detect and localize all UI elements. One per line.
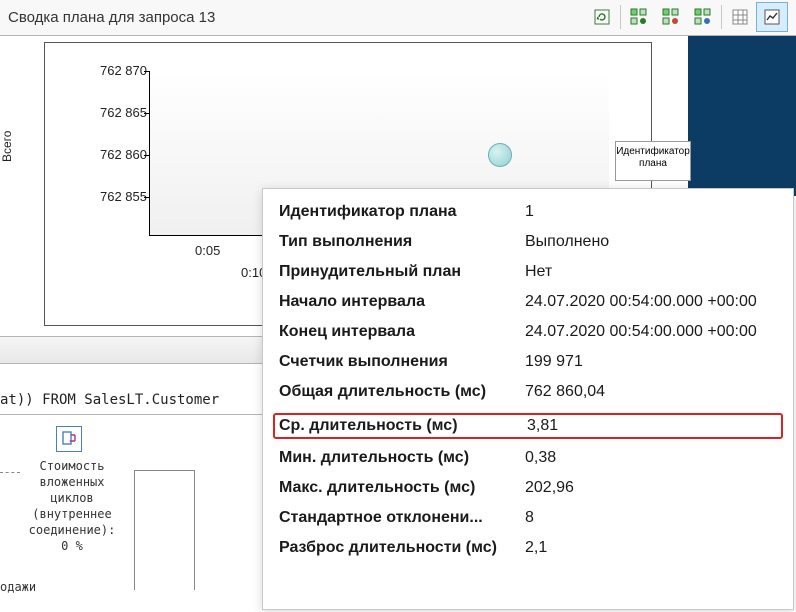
tooltip-value: 24.07.2020 00:54:00.000 +00:00 bbox=[525, 293, 777, 311]
tooltip-label: Принудительный план bbox=[279, 263, 525, 281]
tooltip-row: Макс. длительность (мс)202,96 bbox=[279, 479, 777, 497]
tooltip-row: Конец интервала24.07.2020 00:54:00.000 +… bbox=[279, 323, 777, 341]
tooltip-label: Счетчик выполнения bbox=[279, 353, 525, 371]
y-axis-label: Всего bbox=[0, 131, 14, 162]
tooltip-value: 24.07.2020 00:54:00.000 +00:00 bbox=[525, 323, 777, 341]
plan-node-label: Стоимость вложенных циклов (внутреннее с… bbox=[16, 458, 128, 554]
tooltip-row: Счетчик выполнения199 971 bbox=[279, 353, 777, 371]
tooltip-value: 1 bbox=[525, 203, 777, 221]
details-tooltip: Идентификатор плана1Тип выполненияВыполн… bbox=[262, 188, 794, 610]
tooltip-row: Тип выполненияВыполнено bbox=[279, 233, 777, 251]
plan-text: 0 % bbox=[16, 538, 128, 554]
grid-view-button[interactable] bbox=[724, 2, 756, 32]
truncated-text: одажи bbox=[0, 580, 36, 594]
tooltip-value: 2,1 bbox=[525, 539, 777, 557]
tooltip-value: 8 bbox=[525, 509, 777, 527]
config-button-1[interactable] bbox=[623, 2, 655, 32]
tooltip-value: 199 971 bbox=[525, 353, 777, 371]
data-point[interactable] bbox=[488, 143, 512, 167]
background-panel bbox=[688, 36, 796, 196]
window-title: Сводка плана для запроса 13 bbox=[8, 9, 215, 26]
tooltip-label: Мин. длительность (мс) bbox=[279, 449, 525, 467]
connector-line bbox=[134, 470, 135, 590]
nested-loops-icon[interactable] bbox=[56, 426, 82, 452]
y-tick-label: 762 855 bbox=[100, 189, 147, 204]
separator bbox=[0, 414, 262, 415]
toolbar-separator bbox=[721, 5, 722, 29]
x-tick-label: 0:05 bbox=[195, 243, 220, 258]
y-tick-label: 762 860 bbox=[100, 147, 147, 162]
titlebar: Сводка плана для запроса 13 bbox=[0, 0, 796, 36]
legend-text: Идентификатор bbox=[616, 146, 690, 158]
connector-line bbox=[134, 470, 194, 471]
config-button-3[interactable] bbox=[687, 2, 719, 32]
connector-line bbox=[0, 472, 20, 473]
plan-text: Стоимость bbox=[16, 458, 128, 474]
tooltip-value: 3,81 bbox=[527, 417, 777, 435]
tooltip-label: Разброс длительности (мс) bbox=[279, 539, 525, 557]
y-tick-label: 762 865 bbox=[100, 105, 147, 120]
plan-text: соединение): bbox=[16, 522, 128, 538]
plan-text: (внутреннее bbox=[16, 506, 128, 522]
tooltip-label: Макс. длительность (мс) bbox=[279, 479, 525, 497]
refresh-button[interactable] bbox=[586, 2, 618, 32]
tooltip-row: Принудительный планНет bbox=[279, 263, 777, 281]
tooltip-value: 762 860,04 bbox=[525, 383, 777, 401]
tooltip-label: Стандартное отклонени... bbox=[279, 509, 525, 527]
legend-text: плана bbox=[616, 158, 690, 170]
tooltip-value: Нет bbox=[525, 263, 777, 281]
plan-text: циклов bbox=[16, 490, 128, 506]
tooltip-row: Мин. длительность (мс)0,38 bbox=[279, 449, 777, 467]
tooltip-label: Конец интервала bbox=[279, 323, 525, 341]
tooltip-label: Общая длительность (мс) bbox=[279, 383, 525, 401]
connector-line bbox=[194, 470, 195, 590]
tooltip-label: Начало интервала bbox=[279, 293, 525, 311]
tooltip-row: Идентификатор плана1 bbox=[279, 203, 777, 221]
toolbar bbox=[586, 2, 788, 32]
sql-fragment: at)) FROM SalesLT.Customer bbox=[0, 392, 260, 408]
toolbar-separator bbox=[620, 5, 621, 29]
tooltip-label: Ср. длительность (мс) bbox=[279, 417, 527, 435]
plan-text: вложенных bbox=[16, 474, 128, 490]
tooltip-value: 202,96 bbox=[525, 479, 777, 497]
tooltip-row: Стандартное отклонени...8 bbox=[279, 509, 777, 527]
y-tick-label: 762 870 bbox=[100, 63, 147, 78]
tooltip-row: Общая длительность (мс)762 860,04 bbox=[279, 383, 777, 401]
tooltip-row: Разброс длительности (мс)2,1 bbox=[279, 539, 777, 557]
chart-legend: Идентификатор плана bbox=[615, 141, 691, 181]
tooltip-label: Идентификатор плана bbox=[279, 203, 525, 221]
tooltip-row: Ср. длительность (мс)3,81 bbox=[273, 413, 783, 439]
tooltip-label: Тип выполнения bbox=[279, 233, 525, 251]
config-button-2[interactable] bbox=[655, 2, 687, 32]
tooltip-value: Выполнено bbox=[525, 233, 777, 251]
chart-view-button[interactable] bbox=[756, 2, 788, 32]
tooltip-row: Начало интервала24.07.2020 00:54:00.000 … bbox=[279, 293, 777, 311]
tooltip-value: 0,38 bbox=[525, 449, 777, 467]
